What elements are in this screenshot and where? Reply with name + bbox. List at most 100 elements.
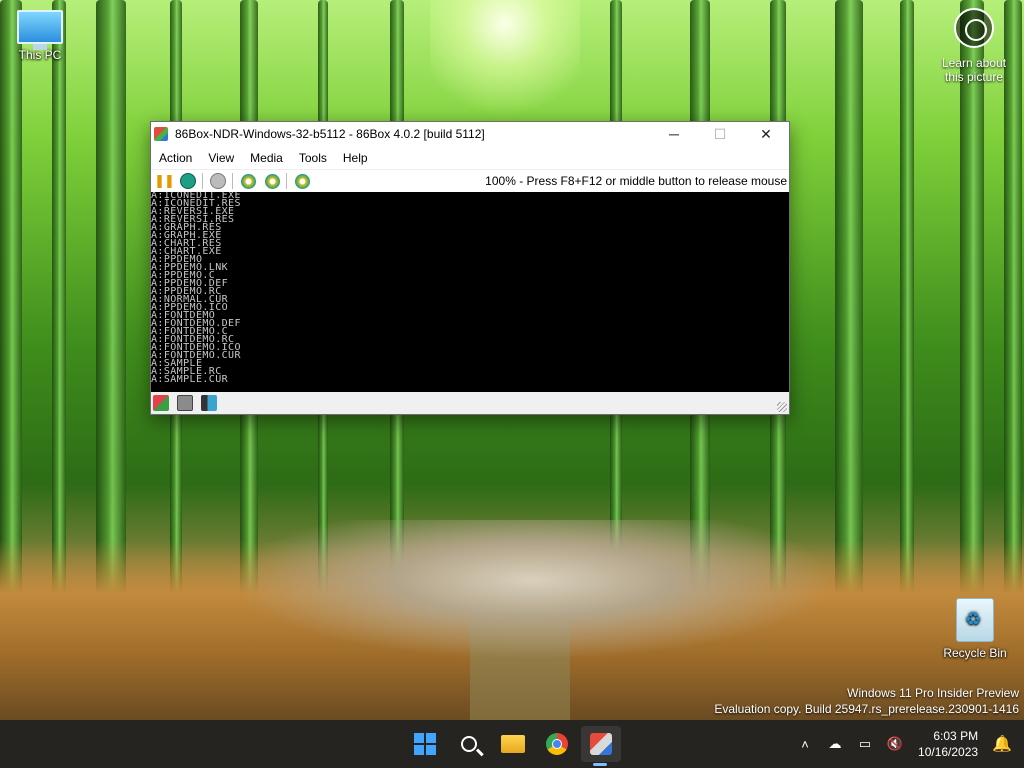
desktop-icon-recycle-bin[interactable]: ♻ Recycle Bin xyxy=(935,598,1015,660)
86box-taskbar-button[interactable] xyxy=(581,726,621,762)
bamboo-stalk xyxy=(900,0,914,720)
menu-media[interactable]: Media xyxy=(242,151,291,165)
dos-output-line: A:ICONEDIT.EXE xyxy=(151,192,241,201)
wallpaper-sky-glow xyxy=(430,0,580,120)
dos-output-line: A:PPDEMO.RC xyxy=(151,286,222,297)
emulator-screen[interactable]: A:ICONEDIT.EXE A:ICONEDIT.RES A:REVERSI.… xyxy=(151,192,789,393)
search-icon xyxy=(461,736,477,752)
dos-output-line: A:FONTDEMO.CUR xyxy=(151,350,241,361)
system-tray: ˄ ☁ ▭ 🔇 6:03 PM 10/16/2023 🔔 xyxy=(794,720,1024,768)
dos-output-line: A:REVERSI.RES xyxy=(151,214,235,225)
notification-bell-icon[interactable]: 🔔 xyxy=(992,734,1012,754)
learn-about-label-line2: this picture xyxy=(944,70,1004,84)
ctrl-alt-del-button[interactable] xyxy=(208,172,228,190)
window-statusbar xyxy=(151,392,789,414)
bamboo-stalk xyxy=(52,0,66,720)
desktop-icon-label: Recycle Bin xyxy=(943,646,1007,660)
mouse-release-status: 100% - Press F8+F12 or middle button to … xyxy=(485,174,787,188)
windows-logo-icon xyxy=(414,733,436,755)
dos-output-line: A:SAMPLE.RC xyxy=(151,366,222,377)
recycle-bin-icon: ♻ xyxy=(956,598,994,642)
dos-output-line: A:PPDEMO.C xyxy=(151,270,216,281)
dos-output-line: A:FONTDEMO.DEF xyxy=(151,318,241,329)
sound-icon[interactable] xyxy=(201,395,217,411)
speaker-muted-icon[interactable]: 🔇 xyxy=(884,733,906,755)
dos-output-line: A:FONTDEMO.ICO xyxy=(151,342,241,353)
dos-output-line: A:FONTDEMO.RC xyxy=(151,334,235,345)
learn-about-label-line1: Learn about xyxy=(941,56,1007,70)
dos-output-line: A:PPDEMO.LNK xyxy=(151,262,229,273)
power-icon xyxy=(210,173,226,189)
menu-help[interactable]: Help xyxy=(335,151,376,165)
dos-output-line: A:PPDEMO.ICO xyxy=(151,302,229,313)
dos-output-line: A:SAMPLE.CUR xyxy=(151,374,229,385)
dos-output-line: A:PPDEMO.DEF xyxy=(151,278,229,289)
toolbar-separator xyxy=(202,173,203,189)
network-icon[interactable]: ▭ xyxy=(854,733,876,755)
screenshot-button[interactable] xyxy=(292,172,312,190)
windows-watermark: Windows 11 Pro Insider Preview Evaluatio… xyxy=(714,685,1019,717)
camera-info-icon xyxy=(954,8,994,48)
onedrive-icon[interactable]: ☁ xyxy=(824,733,846,755)
wallpaper-grass-left xyxy=(0,540,470,720)
bamboo-stalk xyxy=(96,0,126,720)
dos-output-line: A:GRAPH.RES xyxy=(151,222,222,233)
search-button[interactable] xyxy=(449,726,489,762)
clock-date: 10/16/2023 xyxy=(918,745,979,759)
dos-output-line: A:PPDEMO xyxy=(151,254,203,265)
minimize-button[interactable]: ─ xyxy=(651,122,697,146)
reset-icon xyxy=(180,173,196,189)
dos-output-line: A:NORMAL.CUR xyxy=(151,294,229,305)
window-title: 86Box-NDR-Windows-32-b5112 - 86Box 4.0.2… xyxy=(175,127,485,141)
desktop-icon-this-pc[interactable]: This PC xyxy=(0,10,80,62)
monitor-icon xyxy=(17,10,63,50)
active-app-indicator xyxy=(593,763,607,766)
hard-reset-button[interactable] xyxy=(178,172,198,190)
dos-output-line: A:GRAPH.EXE xyxy=(151,230,222,241)
toolbar: ❚❚ 100% - Press F8+F12 or middle button … xyxy=(151,169,789,192)
file-explorer-button[interactable] xyxy=(493,726,533,762)
bamboo-stalk xyxy=(0,0,22,720)
dos-output-line: A:ICONEDIT.RES xyxy=(151,198,241,209)
start-button[interactable] xyxy=(405,726,445,762)
pause-button[interactable]: ❚❚ xyxy=(154,172,175,190)
chrome-icon xyxy=(546,733,568,755)
camera-gear-icon xyxy=(294,173,310,189)
86box-app-icon xyxy=(154,127,168,141)
chrome-button[interactable] xyxy=(537,726,577,762)
gear-icon xyxy=(264,173,280,189)
dos-output-line: A:FONTDEMO.C xyxy=(151,326,229,337)
dos-output-line: A:FONTDEMO xyxy=(151,310,216,321)
machine-settings-button[interactable] xyxy=(262,172,282,190)
close-button[interactable]: ✕ xyxy=(743,122,789,146)
toolbar-separator xyxy=(286,173,287,189)
menu-bar: Action View Media Tools Help xyxy=(151,146,789,169)
dos-output-line: A:SAMPLE xyxy=(151,358,203,369)
resize-grip[interactable] xyxy=(777,402,787,412)
hard-disk-icon[interactable] xyxy=(177,395,193,411)
learn-about-picture-button[interactable]: Learn about this picture xyxy=(934,8,1014,84)
dos-output-line: A:CHART.RES xyxy=(151,238,222,249)
gear-icon xyxy=(240,173,256,189)
bamboo-stalk xyxy=(835,0,863,720)
86box-app-icon xyxy=(590,733,612,755)
pause-icon: ❚❚ xyxy=(154,173,175,189)
desktop-icon-label: This PC xyxy=(18,48,62,62)
watermark-line2: Evaluation copy. Build 25947.rs_prerelea… xyxy=(714,702,1019,716)
toolbar-separator xyxy=(232,173,233,189)
watermark-line1: Windows 11 Pro Insider Preview xyxy=(847,686,1019,700)
taskbar-clock[interactable]: 6:03 PM 10/16/2023 xyxy=(918,728,978,760)
floppy-drive-icon[interactable] xyxy=(153,395,169,411)
clock-time: 6:03 PM xyxy=(933,729,979,743)
settings-button[interactable] xyxy=(238,172,258,190)
menu-tools[interactable]: Tools xyxy=(291,151,335,165)
maximize-button[interactable]: ☐ xyxy=(697,122,743,146)
taskbar: ˄ ☁ ▭ 🔇 6:03 PM 10/16/2023 🔔 xyxy=(0,720,1024,768)
chevron-up-icon[interactable]: ˄ xyxy=(794,733,816,755)
folder-icon xyxy=(501,735,525,753)
menu-view[interactable]: View xyxy=(200,151,242,165)
dos-output-line: A:REVERSI.EXE xyxy=(151,206,235,217)
menu-action[interactable]: Action xyxy=(151,151,200,165)
window-titlebar[interactable]: 86Box-NDR-Windows-32-b5112 - 86Box 4.0.2… xyxy=(151,122,789,146)
dos-output-line: A:CHART.EXE xyxy=(151,246,222,257)
